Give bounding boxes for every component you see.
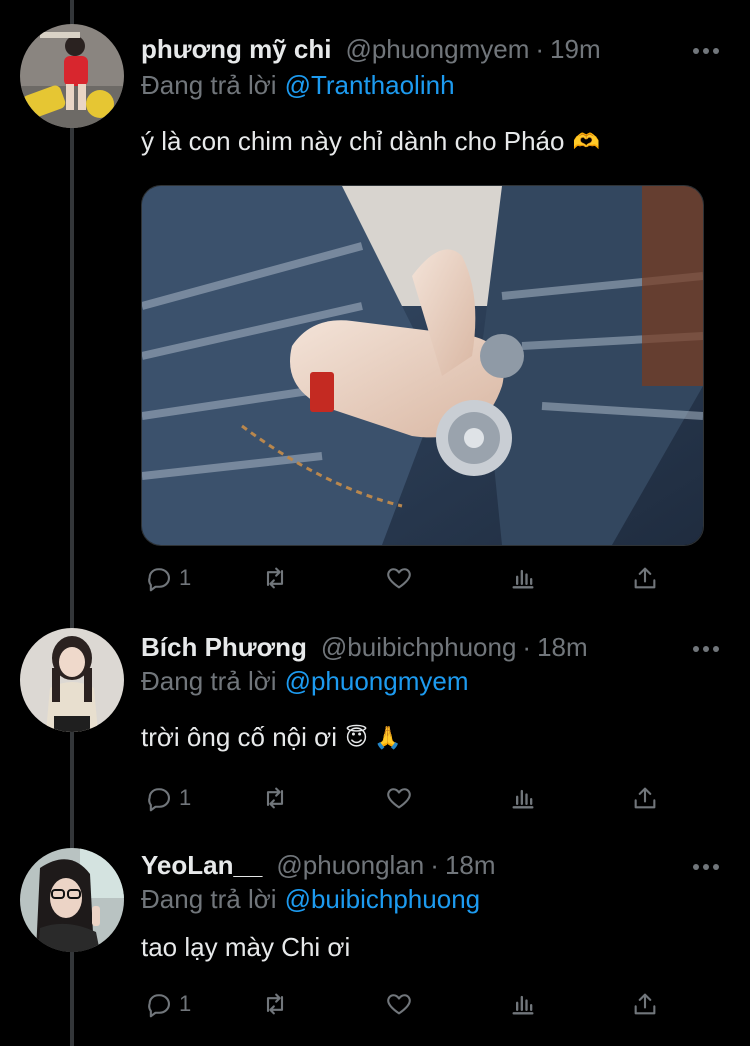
reply-count: 1 [179,991,192,1016]
avatar-image [20,24,124,128]
retweet-button[interactable] [261,560,295,596]
tweet-emoji: 🫶 [572,128,600,154]
reply-mention-link[interactable]: @Tranthaolinh [285,70,455,100]
more-icon[interactable] [692,860,720,872]
tweet-text: tao lạy mày Chi ơi [141,932,350,963]
timestamp[interactable]: 19m [550,34,601,65]
heart-icon [387,994,411,1015]
tweet-text: trời ông cố nội ơi 😇 🙏 [141,722,401,753]
tweet-text-content: trời ông cố nội ơi [141,722,337,752]
share-icon [634,787,656,809]
reply-icon [148,788,170,812]
tweet-text-content: ý là con chim này chỉ dành cho Pháo [141,126,565,156]
reply-context: Đang trả lời @Tranthaolinh [141,70,455,101]
tweet[interactable]: phương mỹ chi @phuongmyem · 19m Đang trả… [0,0,750,610]
reply-prefix: Đang trả lời [141,70,277,100]
reply-icon [148,568,170,592]
tweet-text-content: tao lạy mày Chi ơi [141,932,351,962]
analytics-button[interactable] [509,986,537,1022]
user-handle[interactable]: @phuonglan [276,850,424,881]
avatar[interactable] [20,24,124,128]
reply-mention-link[interactable]: @phuongmyem [285,666,469,696]
avatar[interactable] [20,628,124,732]
heart-icon [387,568,411,589]
tweet[interactable]: Bích Phương @buibichphuong · 18m Đang tr… [0,610,750,828]
more-icon[interactable] [692,642,720,654]
reply-count: 1 [179,565,192,590]
reply-button[interactable]: 1 [145,780,191,816]
timestamp[interactable]: 18m [537,632,588,663]
avatar-image [20,848,124,952]
reply-prefix: Đang trả lời [141,666,277,696]
more-icon[interactable] [692,44,720,56]
reply-button[interactable]: 1 [145,986,191,1022]
user-handle[interactable]: @buibichphuong [321,632,517,663]
analytics-icon [512,789,534,809]
analytics-icon [512,995,534,1015]
separator-dot: · [535,34,545,64]
retweet-button[interactable] [261,780,295,816]
reply-prefix: Đang trả lời [141,884,277,914]
avatar[interactable] [20,848,124,952]
analytics-button[interactable] [509,780,537,816]
tweet-actions: 1 [141,780,661,816]
share-icon [634,567,656,589]
share-button[interactable] [631,780,659,816]
heart-icon [387,788,411,809]
retweet-icon [266,993,284,1015]
tweet-actions: 1 [141,986,661,1022]
reply-context: Đang trả lời @buibichphuong [141,884,480,915]
tweet-text: ý là con chim này chỉ dành cho Pháo 🫶 [141,126,600,157]
timestamp[interactable]: 18m [445,850,496,881]
tweet-actions: 1 [141,560,661,596]
reply-count: 1 [179,785,192,810]
retweet-button[interactable] [261,986,295,1022]
separator-dot: · [522,632,532,662]
like-button[interactable] [385,780,419,816]
tweet-media-image[interactable] [141,185,704,546]
like-button[interactable] [385,560,419,596]
analytics-button[interactable] [509,560,537,596]
retweet-icon [266,787,284,809]
reply-context: Đang trả lời @phuongmyem [141,666,469,697]
share-button[interactable] [631,986,659,1022]
display-name[interactable]: phương mỹ chi [141,34,331,65]
analytics-icon [512,569,534,589]
reply-mention-link[interactable]: @buibichphuong [285,884,481,914]
jeans-photo [142,186,703,545]
separator-dot: · [430,850,439,880]
reply-button[interactable]: 1 [145,560,191,596]
user-handle[interactable]: @phuongmyem [345,34,529,65]
share-button[interactable] [631,560,659,596]
retweet-icon [266,567,284,589]
like-button[interactable] [385,986,419,1022]
display-name[interactable]: Bích Phương [141,632,307,663]
reply-icon [148,994,170,1018]
tweet-emoji: 😇 🙏 [344,724,402,750]
share-icon [634,993,656,1015]
display-name[interactable]: YeoLan__ [141,850,262,881]
tweet[interactable]: YeoLan__ @phuonglan · 18m Đang trả lời @b… [0,828,750,1046]
avatar-image [20,628,124,732]
